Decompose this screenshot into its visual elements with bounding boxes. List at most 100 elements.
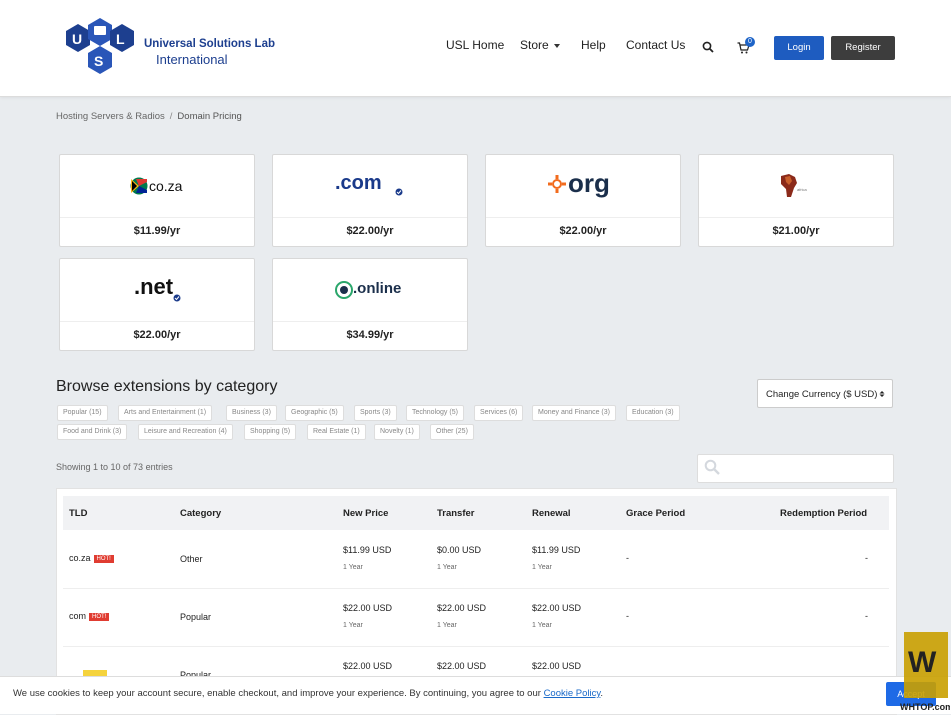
cell-renewal-term: 1 Year <box>532 622 552 629</box>
featured-tld-card[interactable]: .online $34.99/yr <box>272 258 468 351</box>
column-header-renewal[interactable]: Renewal <box>532 508 571 519</box>
tld-price: $21.00/yr <box>772 225 820 237</box>
category-tag-popular[interactable]: Popular (15) <box>57 405 108 421</box>
tld-name: com <box>69 611 87 621</box>
cookie-policy-link[interactable]: Cookie Policy <box>544 688 601 699</box>
search-icon[interactable] <box>702 41 714 53</box>
tld-logo-text: co.za <box>149 178 183 194</box>
cell-new-price: $22.00 USD <box>343 603 393 613</box>
featured-tld-card[interactable]: org $22.00/yr <box>485 154 681 247</box>
cookie-banner: We use cookies to keep your account secu… <box>0 676 951 714</box>
cell-category: Other <box>180 554 203 564</box>
cell-renewal: $11.99 USD <box>532 545 581 555</box>
verisign-check-icon <box>173 294 181 302</box>
cell-grace: - <box>626 611 629 621</box>
tld-logo-text: africa <box>797 187 808 192</box>
usl-logo-hexagons: U L S <box>66 18 134 74</box>
column-header-transfer[interactable]: Transfer <box>437 508 475 519</box>
cell-category: Popular <box>180 612 212 622</box>
featured-tld-card[interactable]: .com $22.00/yr <box>272 154 468 247</box>
hot-badge: HOT! <box>93 554 114 563</box>
featured-tld-card[interactable]: co.za $11.99/yr <box>59 154 255 247</box>
featured-tld-card[interactable]: .net $22.00/yr <box>59 258 255 351</box>
africa-map-logo: africa <box>781 174 808 197</box>
usl-logo[interactable]: U L S Universal Solutions Lab Internatio… <box>56 14 275 80</box>
tld-logo-area: org <box>486 155 680 218</box>
cookie-message-text: We use cookies to keep your account secu… <box>13 688 544 699</box>
category-tag-arts[interactable]: Arts and Entertainment (1) <box>118 405 213 421</box>
cell-transfer: $22.00 USD <box>437 603 487 613</box>
category-tag-leisure[interactable]: Leisure and Recreation (4) <box>138 424 233 440</box>
cell-transfer: $22.00 USD <box>437 661 487 671</box>
svg-text:S: S <box>94 53 103 69</box>
category-tag-technology[interactable]: Technology (5) <box>406 405 464 421</box>
category-tag-novelty[interactable]: Novelty (1) <box>374 424 420 440</box>
tld-logo-area: .online <box>273 259 467 322</box>
category-tag-shopping[interactable]: Shopping (5) <box>244 424 297 440</box>
tld-name: co.za <box>69 553 91 563</box>
up-down-arrows-icon <box>879 391 885 397</box>
logo-text-line2: International <box>156 52 228 67</box>
cell-redemption: - <box>865 553 868 563</box>
cell-new-term: 1 Year <box>343 622 363 629</box>
cookie-message-end: . <box>600 688 604 699</box>
category-tag-education[interactable]: Education (3) <box>626 405 680 421</box>
tld-logo-area: .com <box>273 155 467 218</box>
category-tag-business[interactable]: Business (3) <box>226 405 277 421</box>
category-tag-services[interactable]: Services (6) <box>474 405 524 421</box>
cell-tld: co.za HOT! <box>69 553 114 563</box>
cell-transfer-term: 1 Year <box>437 622 457 629</box>
watermark-text: WHTOP.com <box>900 702 950 712</box>
column-header-new-price[interactable]: New Price <box>343 508 388 519</box>
category-tag-food[interactable]: Food and Drink (3) <box>57 424 128 440</box>
column-header-redemption-period[interactable]: Redemption Period <box>780 508 867 519</box>
browse-title: Browse extensions by category <box>56 378 278 395</box>
cell-redemption: - <box>865 611 868 621</box>
site-header: U L S Universal Solutions Lab Internatio… <box>0 0 951 97</box>
tld-price: $22.00/yr <box>559 225 607 237</box>
breadcrumb-separator: / <box>169 111 173 122</box>
svg-text:L: L <box>116 31 125 47</box>
column-header-category[interactable]: Category <box>180 508 221 519</box>
nav-store[interactable]: Store <box>520 38 560 52</box>
nav-contact-us[interactable]: Contact Us <box>626 38 685 52</box>
tld-price: $11.99/yr <box>133 225 181 237</box>
tld-logo-text: org <box>568 168 610 198</box>
category-tag-real-estate[interactable]: Real Estate (1) <box>307 424 366 440</box>
currency-select[interactable]: Change Currency ($ USD) <box>757 379 893 408</box>
cell-transfer-term: 1 Year <box>437 564 457 571</box>
breadcrumb-current: Domain Pricing <box>177 111 242 122</box>
cell-new-price: $11.99 USD <box>343 545 392 555</box>
hot-badge: HOT! <box>89 612 110 621</box>
south-africa-flag-icon <box>130 177 148 195</box>
table-search-input[interactable] <box>697 454 894 483</box>
category-tag-money[interactable]: Money and Finance (3) <box>532 405 616 421</box>
cell-renewal: $22.00 USD <box>532 603 582 613</box>
cell-renewal: $22.00 USD <box>532 661 582 671</box>
column-header-grace-period[interactable]: Grace Period <box>626 508 685 519</box>
breadcrumb-parent-link[interactable]: Hosting Servers & Radios <box>56 111 165 122</box>
verisign-check-icon <box>395 188 403 196</box>
svg-text:U: U <box>72 31 82 47</box>
cell-grace: - <box>626 553 629 563</box>
register-button[interactable]: Register <box>831 36 895 60</box>
login-button[interactable]: Login <box>774 36 824 60</box>
cell-renewal-term: 1 Year <box>532 564 552 571</box>
category-tag-geographic[interactable]: Geographic (5) <box>285 405 344 421</box>
search-icon <box>704 459 720 475</box>
tld-logo-text: .com <box>335 172 382 194</box>
tld-price: $22.00/yr <box>133 329 181 341</box>
org-logo-icon <box>548 175 566 193</box>
table-header-row: TLD Category New Price Transfer Renewal … <box>63 496 889 530</box>
cell-transfer: $0.00 USD <box>437 545 482 555</box>
tld-logo-text: .online <box>353 280 402 297</box>
cell-new-term: 1 Year <box>343 564 363 571</box>
category-tag-sports[interactable]: Sports (3) <box>354 405 397 421</box>
nav-help[interactable]: Help <box>581 38 606 52</box>
column-header-tld[interactable]: TLD <box>69 508 87 519</box>
category-tag-other[interactable]: Other (25) <box>430 424 474 440</box>
featured-tld-card[interactable]: africa $21.00/yr <box>698 154 894 247</box>
online-logo-icon <box>335 281 353 299</box>
nav-usl-home[interactable]: USL Home <box>446 38 504 52</box>
chevron-down-icon <box>553 43 560 48</box>
